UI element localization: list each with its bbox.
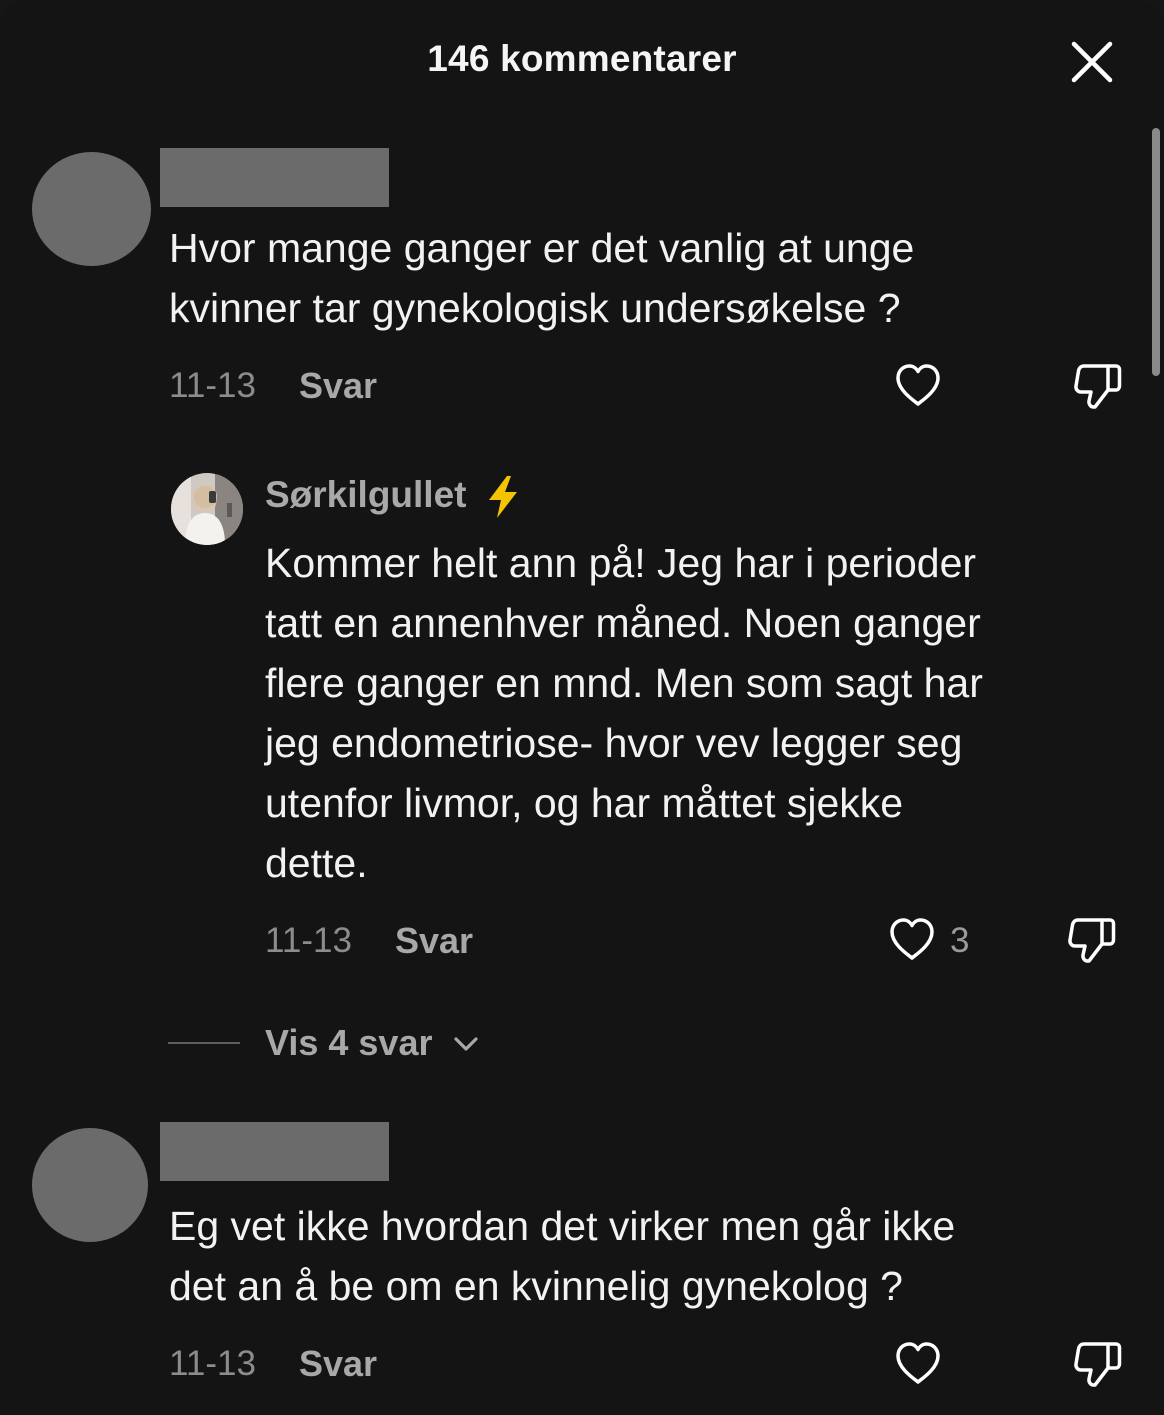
reply-author-name[interactable]: Sørkilgullet [265, 474, 466, 516]
lightning-icon [489, 476, 517, 518]
close-icon [1071, 41, 1113, 83]
dislike-button[interactable] [1072, 360, 1124, 412]
username-redacted[interactable] [160, 148, 389, 207]
reply-line: jeg endometriose- hvor vev legger seg [265, 720, 963, 766]
reply-line: flere ganger en mnd. Men som sagt har [265, 660, 983, 706]
heart-icon [896, 1342, 940, 1384]
close-button[interactable] [1068, 38, 1116, 86]
thumbs-down-icon [1068, 918, 1116, 963]
like-count: 3 [950, 921, 970, 960]
heart-icon [890, 918, 934, 960]
comments-count-title: 146 kommentarer [427, 38, 737, 79]
reply-button[interactable]: Svar [395, 920, 473, 962]
profile-photo [171, 473, 243, 545]
dislike-button[interactable] [1072, 1338, 1124, 1390]
reply-button[interactable]: Svar [299, 1343, 377, 1385]
heart-icon [896, 364, 940, 406]
view-replies-button[interactable]: Vis 4 svar [265, 1022, 432, 1064]
comment-line: Hvor mange ganger er det vanlig at unge [169, 225, 915, 271]
like-button[interactable] [892, 1338, 944, 1390]
comment-text: Eg vet ikke hvordan det virker men går i… [169, 1196, 1129, 1316]
reply-line: dette. [265, 840, 368, 886]
chevron-down-icon[interactable] [452, 1030, 480, 1058]
comment-date: 11-13 [169, 1344, 256, 1383]
reply-date: 11-13 [265, 921, 352, 960]
avatar[interactable] [32, 152, 151, 266]
dislike-button[interactable] [1066, 914, 1118, 966]
reply-text: Kommer helt ann på! Jeg har i perioder t… [265, 533, 1135, 893]
comments-sheet: 146 kommentarer Hvor mange ganger er det… [0, 0, 1164, 1415]
comment-line: det an å be om en kvinnelig gynekolog ? [169, 1263, 903, 1309]
reply-line: utenfor livmor, og har måttet sjekke [265, 780, 904, 826]
thumbs-down-icon [1074, 364, 1122, 409]
like-button[interactable] [886, 914, 938, 966]
reply-line: tatt en annenhver måned. Noen ganger [265, 600, 981, 646]
reply-button[interactable]: Svar [299, 365, 377, 407]
reply-avatar[interactable] [171, 473, 243, 545]
comment-text: Hvor mange ganger er det vanlig at unge … [169, 218, 1129, 338]
thumbs-down-icon [1074, 1342, 1122, 1387]
comment-date: 11-13 [169, 366, 256, 405]
reply-line: Kommer helt ann på! Jeg har i perioder [265, 540, 977, 586]
divider-line [168, 1042, 240, 1044]
comment-line: Eg vet ikke hvordan det virker men går i… [169, 1203, 956, 1249]
comment-line: kvinner tar gynekologisk undersøkelse ? [169, 285, 901, 331]
like-button[interactable] [892, 360, 944, 412]
username-redacted[interactable] [160, 1122, 389, 1181]
avatar[interactable] [32, 1128, 148, 1242]
scrollbar[interactable] [1152, 128, 1160, 376]
